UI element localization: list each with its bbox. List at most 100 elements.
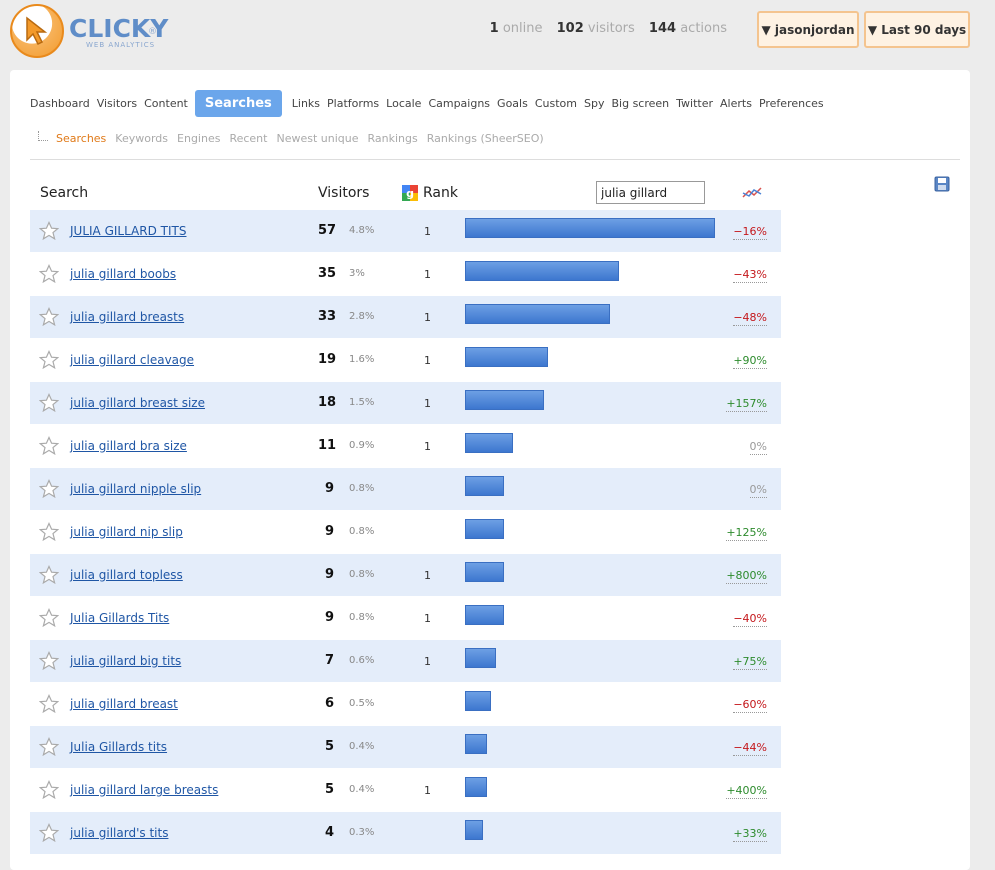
table-row: julia gillard big tits 7 0.6% 1 +75%	[30, 640, 781, 683]
star-icon[interactable]	[39, 264, 59, 284]
nav-tab-big-screen[interactable]: Big screen	[611, 97, 669, 110]
save-icon[interactable]	[934, 176, 950, 192]
search-term-link[interactable]: julia gillard breasts	[70, 310, 184, 324]
change-percent[interactable]: +33%	[733, 827, 767, 842]
nav-tab-searches[interactable]: Searches	[194, 90, 282, 117]
search-filter-input[interactable]	[596, 181, 705, 204]
stat-online-label[interactable]: online	[503, 21, 543, 36]
google-rank: 1	[424, 612, 431, 625]
nav-tab-links[interactable]: Links	[292, 97, 320, 110]
star-icon[interactable]	[39, 565, 59, 585]
nav-tab-visitors[interactable]: Visitors	[97, 97, 137, 110]
change-percent[interactable]: −43%	[733, 268, 767, 283]
star-icon[interactable]	[39, 350, 59, 370]
table-row: julia gillard bra size 11 0.9% 1 0%	[30, 425, 781, 468]
subnav-tab-newest-unique[interactable]: Newest unique	[276, 132, 358, 145]
star-icon[interactable]	[39, 522, 59, 542]
change-percent[interactable]: +90%	[733, 354, 767, 369]
column-header-rank[interactable]: g Rank	[402, 185, 458, 201]
change-percent[interactable]: −16%	[733, 225, 767, 240]
search-term-link[interactable]: julia gillard large breasts	[70, 783, 218, 797]
change-percent[interactable]: +400%	[726, 784, 767, 799]
change-percent[interactable]: −44%	[733, 741, 767, 756]
visitor-percent: 1.5%	[349, 397, 375, 408]
user-menu-button[interactable]: ▼ jasonjordan	[757, 11, 859, 48]
change-percent[interactable]: +800%	[726, 569, 767, 584]
search-term-link[interactable]: Julia Gillards Tits	[70, 611, 169, 625]
star-icon[interactable]	[39, 221, 59, 241]
change-percent[interactable]: −60%	[733, 698, 767, 713]
clicky-logo-icon[interactable]	[10, 4, 64, 58]
nav-tab-spy[interactable]: Spy	[584, 97, 604, 110]
stat-actions-label[interactable]: actions	[680, 21, 727, 36]
nav-tab-locale[interactable]: Locale	[386, 97, 421, 110]
star-icon[interactable]	[39, 694, 59, 714]
change-percent[interactable]: −48%	[733, 311, 767, 326]
date-range-button[interactable]: ▼ Last 90 days	[864, 11, 970, 48]
column-header-search[interactable]: Search	[40, 185, 88, 201]
nav-tab-custom[interactable]: Custom	[535, 97, 577, 110]
change-percent[interactable]: +125%	[726, 526, 767, 541]
logo-subtitle: WEB ANALYTICS	[86, 41, 156, 49]
star-icon[interactable]	[39, 780, 59, 800]
sub-nav: Searches Keywords Engines Recent Newest uniq…	[38, 130, 553, 145]
subnav-tab-rankings[interactable]: Rankings	[368, 132, 418, 145]
visitor-bar	[465, 476, 504, 496]
table-row: Julia Gillards Tits 9 0.8% 1 −40%	[30, 597, 781, 640]
star-icon[interactable]	[39, 307, 59, 327]
search-term-link[interactable]: JULIA GILLARD TITS	[70, 224, 186, 238]
trend-chart-icon[interactable]	[742, 186, 762, 200]
nav-tab-dashboard[interactable]: Dashboard	[30, 97, 90, 110]
change-percent[interactable]: 0%	[749, 483, 767, 498]
search-term-link[interactable]: Julia Gillards tits	[70, 740, 167, 754]
visitor-bar	[465, 347, 548, 367]
visitor-count: 9	[324, 610, 334, 625]
subnav-tab-keywords[interactable]: Keywords	[115, 132, 168, 145]
visitor-count: 9	[324, 524, 334, 539]
visitor-count: 5	[324, 739, 334, 754]
search-term-link[interactable]: julia gillard breast	[70, 697, 178, 711]
change-percent[interactable]: −40%	[733, 612, 767, 627]
header: CLICKY WEB ANALYTICS ® 1 online 102 visi…	[0, 0, 995, 70]
logo-registered-mark: ®	[148, 27, 157, 37]
search-term-link[interactable]: julia gillard topless	[70, 568, 183, 582]
search-term-link[interactable]: julia gillard breast size	[70, 396, 205, 410]
subnav-tab-rankings-sheerseo[interactable]: Rankings (SheerSEO)	[427, 132, 544, 145]
visitor-count: 5	[324, 782, 334, 797]
nav-tab-twitter[interactable]: Twitter	[676, 97, 713, 110]
subnav-tab-engines[interactable]: Engines	[177, 132, 220, 145]
visitor-count: 33	[318, 309, 337, 324]
star-icon[interactable]	[39, 651, 59, 671]
search-term-link[interactable]: julia gillard's tits	[70, 826, 168, 840]
column-header-visitors[interactable]: Visitors	[318, 185, 369, 201]
stat-visitors-label[interactable]: visitors	[588, 21, 635, 36]
nav-tab-goals[interactable]: Goals	[497, 97, 528, 110]
subnav-tab-searches[interactable]: Searches	[56, 132, 106, 145]
search-term-link[interactable]: julia gillard boobs	[70, 267, 176, 281]
search-term-link[interactable]: julia gillard nip slip	[70, 525, 183, 539]
visitor-bar	[465, 261, 619, 281]
nav-tab-content[interactable]: Content	[144, 97, 188, 110]
visitor-bar	[465, 433, 513, 453]
star-icon[interactable]	[39, 608, 59, 628]
nav-tab-campaigns[interactable]: Campaigns	[428, 97, 490, 110]
change-percent[interactable]: 0%	[749, 440, 767, 455]
stat-visitors-count: 102	[556, 21, 584, 36]
star-icon[interactable]	[39, 823, 59, 843]
stat-actions-count: 144	[648, 21, 677, 36]
subnav-tab-recent[interactable]: Recent	[229, 132, 267, 145]
search-term-link[interactable]: julia gillard cleavage	[70, 353, 194, 367]
nav-tab-alerts[interactable]: Alerts	[720, 97, 752, 110]
nav-tab-preferences[interactable]: Preferences	[759, 97, 824, 110]
star-icon[interactable]	[39, 436, 59, 456]
star-icon[interactable]	[39, 479, 59, 499]
change-percent[interactable]: +157%	[726, 397, 767, 412]
search-term-link[interactable]: julia gillard big tits	[70, 654, 181, 668]
search-term-link[interactable]: julia gillard nipple slip	[70, 482, 201, 496]
visitor-count: 6	[324, 696, 334, 711]
star-icon[interactable]	[39, 393, 59, 413]
search-term-link[interactable]: julia gillard bra size	[70, 439, 187, 453]
change-percent[interactable]: +75%	[733, 655, 767, 670]
nav-tab-platforms[interactable]: Platforms	[327, 97, 379, 110]
star-icon[interactable]	[39, 737, 59, 757]
